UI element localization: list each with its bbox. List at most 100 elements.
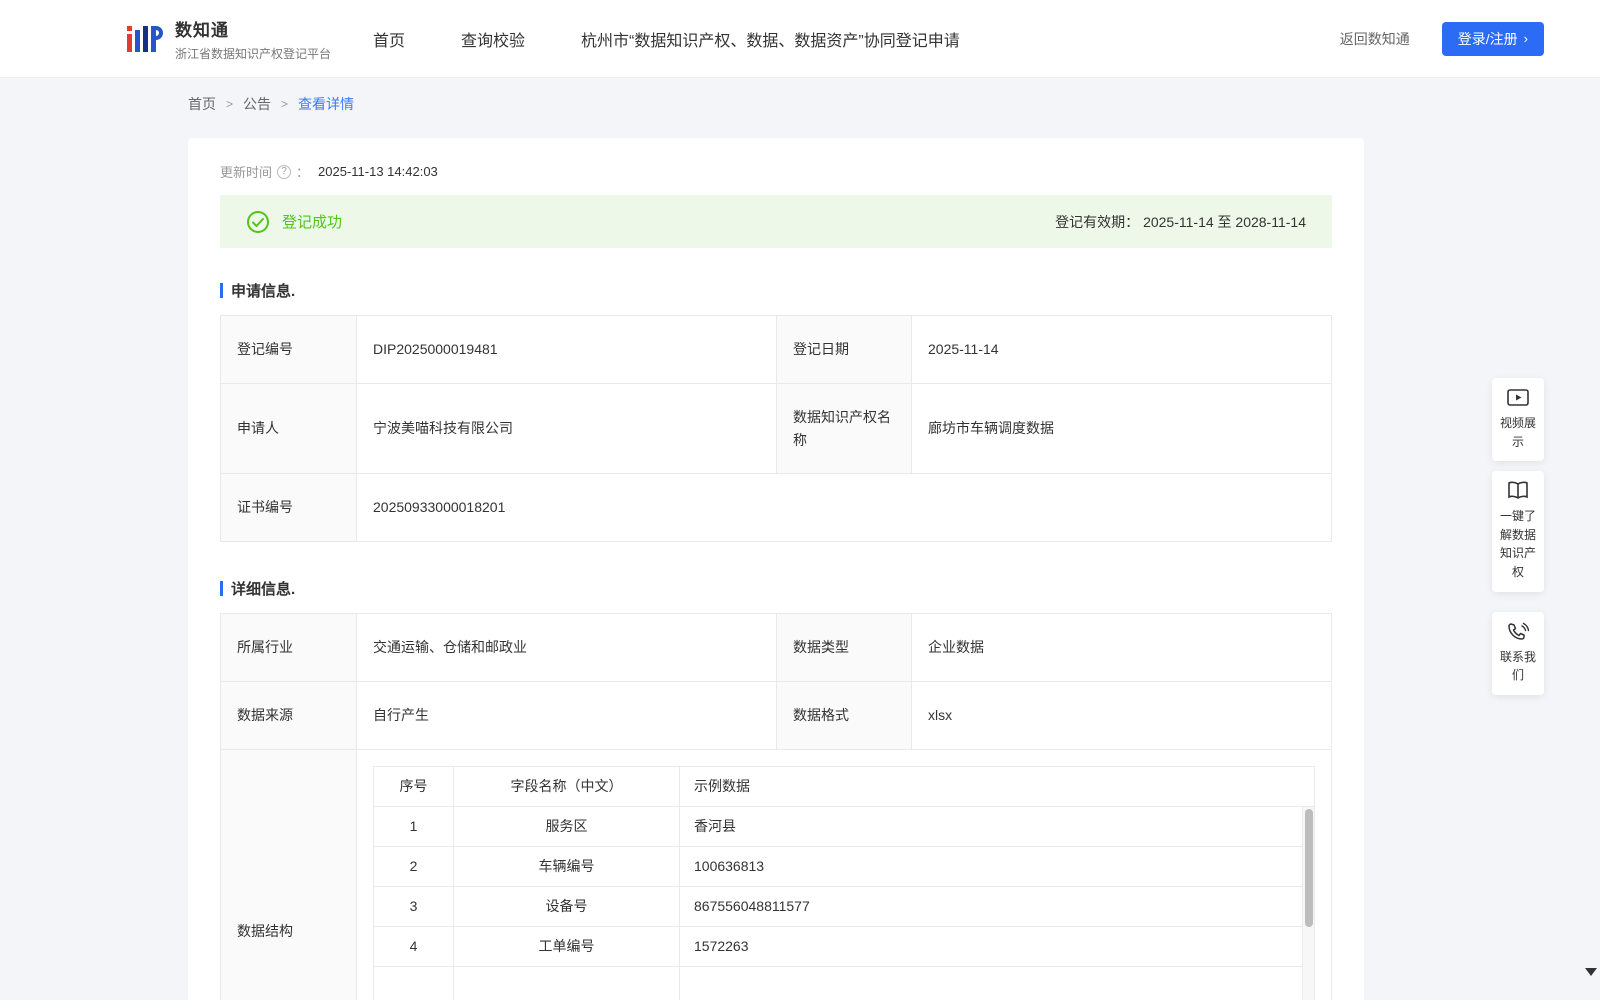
login-register-label: 登录/注册: [1457, 30, 1518, 47]
breadcrumb-current: 查看详情: [298, 96, 355, 112]
table-row: 所属行业 交通运输、仓储和邮政业 数据类型 企业数据: [220, 613, 1332, 682]
main-nav: 首页 查询校验 杭州市“数据知识产权、数据、数据资产”协同登记申请: [373, 27, 960, 51]
nav-item-hangzhou-joint-registration[interactable]: 杭州市“数据知识产权、数据、数据资产”协同登记申请: [581, 27, 960, 51]
nav-item-home[interactable]: 首页: [373, 27, 405, 51]
update-time-colon: ：: [296, 165, 310, 180]
field-value-data-format: xlsx: [911, 681, 1332, 750]
floating-sidebar: 视频展示 一键了解数据知识产权 联系我们: [1492, 378, 1544, 695]
table-row: 登记编号 DIP2025000019481 登记日期 2025-11-14: [220, 315, 1332, 384]
sidebar-item-video-display[interactable]: 视频展示: [1492, 378, 1544, 462]
structure-header-row: 序号 字段名称（中文） 示例数据: [373, 766, 1315, 807]
structure-row: 1 服务区 香河县: [373, 806, 1315, 847]
structure-row: 4 工单编号 1572263: [373, 926, 1315, 967]
column-header-sample-data: 示例数据: [679, 766, 1315, 807]
structure-sample: 867556048811577: [679, 886, 1315, 927]
field-label-applicant: 申请人: [220, 383, 357, 474]
structure-sample: 1572263: [679, 926, 1315, 967]
book-icon: [1508, 481, 1528, 500]
structure-field: 车辆编号: [453, 846, 680, 887]
breadcrumb: 首页 > 公告 > 查看详情: [188, 94, 1600, 114]
help-question-icon[interactable]: ?: [277, 164, 292, 179]
detail-info-table: 所属行业 交通运输、仓储和邮政业 数据类型 企业数据 数据来源 自行产生 数据格…: [220, 613, 1332, 1000]
breadcrumb-separator: >: [281, 97, 289, 111]
chevron-right-icon: ›: [1523, 31, 1528, 46]
validity-period: 登记有效期： 2025-11-14 至 2028-11-14: [1055, 212, 1306, 232]
section-accent-bar: [220, 283, 223, 298]
update-time-row: 更新时间 ? ： 2025-11-13 14:42:03: [220, 162, 1332, 181]
structure-sample: 100636813: [679, 846, 1315, 887]
field-label-industry: 所属行业: [220, 613, 357, 682]
breadcrumb-separator: >: [226, 97, 234, 111]
back-to-shuzhitong-link[interactable]: 返回数知通: [1340, 29, 1410, 49]
detail-card: 更新时间 ? ： 2025-11-13 14:42:03 登记成功 登记有效期：…: [188, 138, 1364, 1000]
structure-row: 3 设备号 867556048811577: [373, 886, 1315, 927]
structure-no: 1: [373, 806, 454, 847]
validity-value: 2025-11-14 至 2028-11-14: [1143, 213, 1306, 230]
column-header-field-name: 字段名称（中文）: [453, 766, 680, 807]
field-value-reg-no: DIP2025000019481: [356, 315, 777, 384]
breadcrumb-home[interactable]: 首页: [188, 94, 216, 114]
sidebar-item-label: 一键了解数据知识产权: [1499, 509, 1536, 579]
field-label-data-format: 数据格式: [776, 681, 912, 750]
scroll-down-arrow[interactable]: [1585, 968, 1597, 976]
data-structure-cell: 序号 字段名称（中文） 示例数据 1 服务区 香河县 2 车辆编号 100636…: [356, 749, 1332, 1000]
table-row: 申请人 宁波美喵科技有限公司 数据知识产权名称 廊坊市车辆调度数据: [220, 383, 1332, 474]
breadcrumb-announcement[interactable]: 公告: [243, 94, 271, 114]
header: 数知通 浙江省数据知识产权登记平台 首页 查询校验 杭州市“数据知识产权、数据、…: [0, 0, 1600, 78]
login-register-button[interactable]: 登录/注册 ›: [1441, 21, 1544, 56]
field-value-reg-date: 2025-11-14: [911, 315, 1332, 384]
update-time-label: 更新时间: [220, 165, 273, 180]
section-title-text: 申请信息.: [231, 283, 296, 300]
structure-no: 4: [373, 926, 454, 967]
video-icon: [1507, 389, 1529, 406]
field-label-dip-name: 数据知识产权名称: [776, 383, 912, 474]
table-row: 数据来源 自行产生 数据格式 xlsx: [220, 681, 1332, 750]
field-value-industry: 交通运输、仓储和邮政业: [356, 613, 777, 682]
field-value-data-source: 自行产生: [356, 681, 777, 750]
structure-sample: 香河县: [679, 806, 1315, 847]
column-header-no: 序号: [373, 766, 454, 807]
field-value-dip-name: 廊坊市车辆调度数据: [911, 383, 1332, 474]
nav-item-query-verify[interactable]: 查询校验: [461, 27, 525, 51]
logo-icon: [127, 25, 163, 52]
structure-row: 2 车辆编号 100636813: [373, 846, 1315, 887]
data-structure-table: 序号 字段名称（中文） 示例数据 1 服务区 香河县 2 车辆编号 100636…: [373, 766, 1315, 1000]
app-subtitle: 浙江省数据知识产权登记平台: [175, 46, 332, 61]
logo[interactable]: 数知通 浙江省数据知识产权登记平台: [125, 16, 331, 62]
field-label-data-type: 数据类型: [776, 613, 912, 682]
field-value-cert-no: 20250933000018201: [356, 473, 1332, 542]
table-row: 证书编号 20250933000018201: [220, 473, 1332, 542]
field-value-applicant: 宁波美喵科技有限公司: [356, 383, 777, 474]
header-right: 返回数知通 登录/注册 ›: [1340, 21, 1544, 56]
sidebar-item-learn-dip[interactable]: 一键了解数据知识产权: [1492, 471, 1544, 592]
field-value-data-type: 企业数据: [911, 613, 1332, 682]
sidebar-item-contact-us[interactable]: 联系我们: [1492, 611, 1544, 695]
structure-no: 3: [373, 886, 454, 927]
phone-icon: [1508, 622, 1529, 640]
field-label-reg-date: 登记日期: [776, 315, 912, 384]
section-accent-bar: [220, 581, 223, 596]
field-label-data-source: 数据来源: [220, 681, 357, 750]
sidebar-item-label: 视频展示: [1499, 416, 1536, 449]
app-title: 数知通: [175, 20, 229, 40]
structure-row-partial: [373, 966, 1315, 1000]
application-info-table: 登记编号 DIP2025000019481 登记日期 2025-11-14 申请…: [220, 315, 1332, 542]
scrollbar-thumb[interactable]: [1305, 809, 1313, 927]
section-detail-info: 详细信息.: [220, 578, 1332, 599]
structure-no: 2: [373, 846, 454, 887]
success-check-icon: [247, 210, 269, 233]
section-title-text: 详细信息.: [231, 581, 296, 598]
registration-status: 登记成功: [282, 214, 343, 231]
update-time-value: 2025-11-13 14:42:03: [318, 164, 438, 179]
structure-table-scrollbar[interactable]: [1302, 807, 1314, 1000]
validity-label: 登记有效期：: [1055, 213, 1140, 230]
sidebar-item-label: 联系我们: [1499, 649, 1536, 683]
table-row-structure: 数据结构 序号 字段名称（中文） 示例数据 1 服务区 香河县 2 车辆编号 1…: [220, 749, 1332, 1000]
success-banner: 登记成功 登记有效期： 2025-11-14 至 2028-11-14: [220, 195, 1332, 248]
field-label-reg-no: 登记编号: [220, 315, 357, 384]
field-label-data-structure: 数据结构: [220, 749, 357, 1000]
structure-field: 工单编号: [453, 926, 680, 967]
section-application-info: 申请信息.: [220, 280, 1332, 301]
structure-field: 设备号: [453, 886, 680, 927]
field-label-cert-no: 证书编号: [220, 473, 357, 542]
